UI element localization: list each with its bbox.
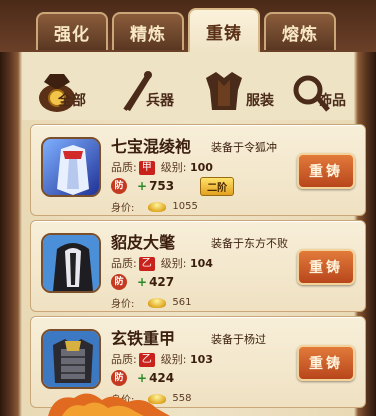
- quality-badge: 甲: [138, 161, 155, 175]
- item-stat: +424: [137, 371, 175, 385]
- level-label: 级别:: [160, 257, 187, 270]
- item-price: 558: [172, 393, 192, 404]
- item-price-row: 身价: 561: [111, 295, 191, 310]
- item-stat-row: 防 +427: [111, 273, 174, 291]
- tab-reforge[interactable]: 重铸: [188, 8, 260, 52]
- item-quality-level: 品质: 甲级别: 100: [111, 159, 213, 175]
- cloak-icon: [41, 233, 101, 293]
- armor-icon: [206, 72, 242, 110]
- reforge-button[interactable]: 重铸: [297, 249, 355, 285]
- tier-badge: 二阶: [200, 176, 235, 196]
- quality-label: 品质:: [111, 353, 137, 366]
- item-stat-row: 防 +424: [111, 369, 174, 387]
- gold-ingot-icon: [148, 201, 167, 212]
- category-clothing-label: 服装: [246, 93, 274, 109]
- category-filter: 全部 兵器 服装 饰品: [22, 52, 354, 120]
- item-level: 100: [189, 161, 213, 174]
- level-label: 级别:: [160, 353, 187, 366]
- tab-strengthen[interactable]: 强化: [36, 12, 108, 50]
- item-stat-row: 防 +753 二阶: [111, 176, 235, 196]
- item-level: 104: [189, 257, 213, 270]
- item-level: 103: [189, 353, 213, 366]
- item-name: 七宝混绫袍: [111, 137, 192, 156]
- defense-seal-icon: 防: [111, 274, 127, 290]
- item-card[interactable]: 七宝混绫袍 装备于令狐冲 品质: 甲级别: 100 防 +753 二阶 身价: 1…: [30, 124, 366, 216]
- item-price-row: 身价: 1055: [111, 199, 198, 214]
- item-name: 貂皮大氅: [111, 233, 176, 252]
- item-quality-level: 品质: 乙级别: 104: [111, 255, 213, 271]
- reforge-button[interactable]: 重铸: [297, 345, 355, 381]
- reforge-button[interactable]: 重铸: [297, 153, 355, 189]
- category-weapons-label: 兵器: [146, 93, 174, 109]
- defense-seal-icon: 防: [111, 370, 127, 386]
- category-all[interactable]: 全部: [34, 68, 114, 116]
- gold-ingot-icon: [148, 297, 167, 308]
- tab-refine[interactable]: 精炼: [112, 12, 184, 50]
- item-price: 1055: [172, 201, 198, 212]
- item-stat: +427: [137, 275, 175, 289]
- price-label: 身价:: [111, 299, 135, 310]
- price-label: 身价:: [111, 203, 135, 214]
- equipped-by: 装备于杨过: [211, 333, 266, 346]
- item-stat-value: 753: [149, 179, 175, 193]
- quality-label: 品质:: [111, 257, 137, 270]
- category-all-label: 全部: [58, 93, 86, 109]
- category-weapons[interactable]: 兵器: [120, 68, 198, 116]
- item-stat-value: 424: [149, 371, 175, 385]
- item-stat: +753: [137, 179, 175, 193]
- item-name: 玄铁重甲: [111, 329, 176, 348]
- robe-icon: [41, 137, 101, 197]
- category-accessories-label: 饰品: [318, 93, 346, 109]
- category-clothing[interactable]: 服装: [200, 68, 282, 116]
- tab-bar: 强化 精炼 重铸 熔炼: [0, 0, 376, 52]
- item-stat-value: 427: [149, 275, 175, 289]
- heavy-armor-icon: [41, 329, 101, 389]
- defense-seal-icon: 防: [111, 178, 127, 194]
- item-quality-level: 品质: 乙级别: 103: [111, 351, 213, 367]
- equipped-by: 装备于令狐冲: [211, 141, 277, 154]
- level-label: 级别:: [160, 161, 187, 174]
- category-accessories[interactable]: 饰品: [292, 68, 354, 116]
- quality-badge: 乙: [138, 257, 155, 271]
- quality-badge: 乙: [138, 353, 155, 367]
- quality-label: 品质:: [111, 161, 137, 174]
- tab-smelt[interactable]: 熔炼: [264, 12, 336, 50]
- item-card[interactable]: 貂皮大氅 装备于东方不败 品质: 乙级别: 104 防 +427 身价: 561 …: [30, 220, 366, 312]
- item-price: 561: [172, 297, 192, 308]
- dragon-decoration-icon: [48, 393, 170, 416]
- equipped-by: 装备于东方不败: [211, 237, 288, 250]
